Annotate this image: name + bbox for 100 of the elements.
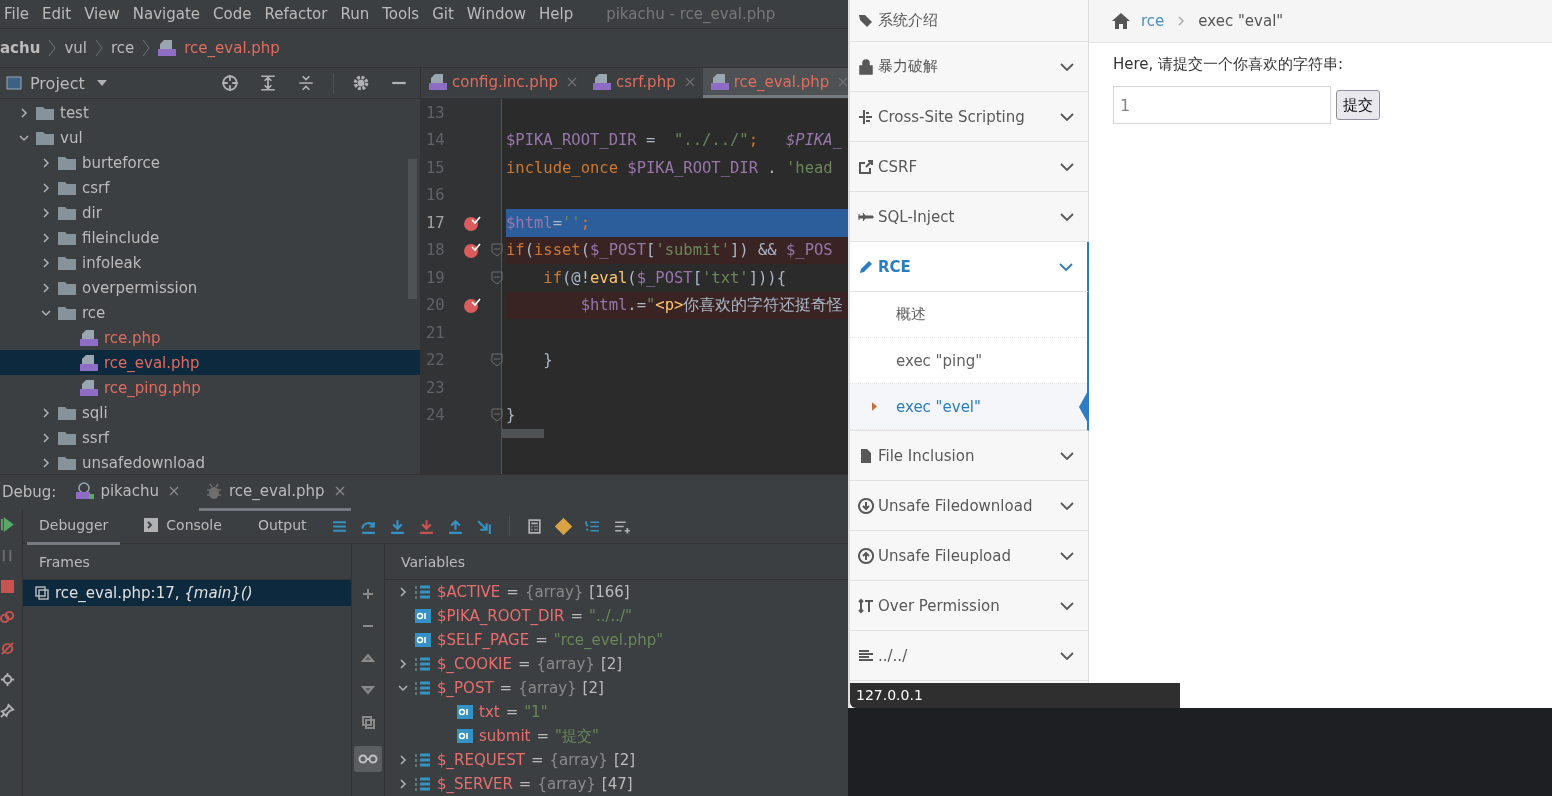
tree-item[interactable]: fileinclude — [0, 225, 420, 250]
variable-row[interactable]: $ACTIVE = {array} [166] — [385, 580, 848, 604]
menu-label[interactable]: 暴力破解 — [878, 57, 1056, 76]
tree-item[interactable]: vul — [0, 125, 420, 150]
tree-item[interactable]: sqli — [0, 400, 420, 425]
fold-marker-icon[interactable] — [491, 408, 503, 423]
mute-breakpoints-icon[interactable] — [0, 641, 15, 656]
settings-icon[interactable] — [352, 74, 370, 92]
variable-row[interactable]: $_SERVER = {array} [47] — [385, 772, 848, 796]
chevron-right-icon[interactable] — [397, 754, 409, 766]
chevron-right-icon[interactable] — [40, 456, 52, 469]
tree-item[interactable]: rce — [0, 300, 420, 325]
breadcrumb-item[interactable]: rce — [110, 38, 135, 57]
menu-item[interactable]: Refactor — [264, 4, 328, 23]
menu-item[interactable]: View — [84, 4, 120, 23]
menu-item[interactable]: Navigate — [132, 4, 201, 23]
menu-label[interactable]: ../../ — [878, 646, 1056, 665]
sidebar-item[interactable]: ../../ — [850, 631, 1088, 681]
copy-icon[interactable] — [360, 714, 376, 730]
variable-row[interactable]: $PIKA_ROOT_DIR = "../../" — [385, 604, 848, 628]
fold-marker-icon[interactable] — [491, 270, 503, 285]
force-step-into-icon[interactable] — [417, 517, 435, 535]
glasses-button[interactable] — [354, 746, 382, 772]
menu-item[interactable]: Git — [432, 4, 454, 23]
editor-tab[interactable]: config.inc.php — [421, 68, 585, 98]
close-icon[interactable] — [168, 485, 179, 496]
step-into-icon[interactable] — [388, 517, 406, 535]
menu-item[interactable]: Window — [466, 4, 526, 23]
fold-marker-icon[interactable] — [491, 243, 503, 258]
tree-item[interactable]: ssrf — [0, 425, 420, 450]
pin-icon[interactable] — [0, 703, 15, 718]
breakpoint-icon[interactable] — [463, 296, 481, 315]
variable-row[interactable]: $_COOKIE = {array} [2] — [385, 652, 848, 676]
dropdown-icon[interactable] — [96, 80, 107, 86]
fold-marker-icon[interactable] — [491, 353, 503, 368]
chevron-right-icon[interactable] — [40, 206, 52, 219]
menu-item[interactable]: Tools — [382, 4, 420, 23]
debug-tab[interactable]: Debugger — [27, 507, 121, 545]
menu-item[interactable]: File — [4, 4, 30, 23]
sidebar-item[interactable]: Over Permission — [850, 581, 1088, 631]
sidebar-item[interactable]: 系统介绍 — [850, 0, 1088, 42]
expand-all-icon[interactable] — [259, 74, 277, 92]
panel-title[interactable]: Project — [30, 73, 85, 93]
menu-label[interactable]: Unsafe Filedownload — [878, 496, 1056, 515]
chevron-down-icon[interactable] — [397, 682, 409, 694]
calculator-icon[interactable] — [525, 517, 543, 535]
tree-item[interactable]: csrf — [0, 175, 420, 200]
chevron-right-icon[interactable] — [40, 156, 52, 169]
breadcrumb-item[interactable]: vul — [64, 38, 87, 57]
menu-label[interactable]: SQL-Inject — [878, 207, 1056, 226]
tree-item[interactable]: burteforce — [0, 150, 420, 175]
menu-label[interactable]: 系统介绍 — [878, 11, 1074, 30]
diamond-icon[interactable] — [554, 517, 572, 535]
sidebar-item[interactable]: 暴力破解 — [850, 42, 1088, 92]
menu-item[interactable]: Code — [213, 4, 252, 23]
chevron-right-icon[interactable] — [40, 431, 52, 444]
sidebar-item[interactable]: CSRF — [850, 142, 1088, 192]
submenu-item[interactable]: exec "evel" — [850, 384, 1087, 430]
variable-row[interactable]: $_POST = {array} [2] — [385, 676, 848, 700]
stop-icon[interactable] — [0, 579, 15, 594]
menu-label[interactable]: CSRF — [878, 157, 1056, 176]
chevron-right-icon[interactable] — [40, 231, 52, 244]
menu-item[interactable]: Edit — [42, 4, 72, 23]
add-icon[interactable] — [360, 586, 376, 602]
breakpoint-icon[interactable] — [463, 241, 481, 260]
chevron-right-icon[interactable] — [40, 406, 52, 419]
scrollbar[interactable] — [501, 429, 544, 438]
tree-item[interactable]: test — [0, 100, 420, 125]
editor-tab[interactable]: csrf.php — [584, 68, 703, 98]
menu-item[interactable]: Help — [538, 4, 574, 23]
close-icon[interactable] — [334, 485, 345, 496]
debug-session-tab[interactable]: rce_eval.php — [198, 473, 351, 511]
breadcrumb-item[interactable]: rce_eval.php — [184, 38, 280, 57]
breadcrumb-item[interactable]: achu — [0, 38, 41, 57]
tree-item[interactable]: rce_ping.php — [0, 375, 420, 400]
tree-item[interactable]: rce_eval.php — [0, 350, 420, 375]
tree-item[interactable]: dir — [0, 200, 420, 225]
chevron-right-icon[interactable] — [40, 281, 52, 294]
submit-button[interactable]: 提交 — [1336, 90, 1380, 120]
menu-label[interactable]: Over Permission — [878, 596, 1056, 615]
menu-label[interactable]: RCE — [878, 257, 1055, 276]
chevron-right-icon[interactable] — [40, 181, 52, 194]
sidebar-item[interactable]: File Inclusion — [850, 431, 1088, 481]
tree-item[interactable]: unsafedownload — [0, 450, 420, 474]
step-out-icon[interactable] — [446, 517, 464, 535]
collapse-all-icon[interactable] — [297, 74, 315, 92]
settings-icon[interactable] — [0, 672, 15, 687]
menu-label[interactable]: Cross-Site Scripting — [878, 107, 1056, 126]
chevron-right-icon[interactable] — [18, 106, 30, 119]
chevron-right-icon[interactable] — [40, 256, 52, 269]
sidebar-item[interactable]: Unsafe Filedownload — [850, 481, 1088, 531]
sidebar-item[interactable]: Cross-Site Scripting — [850, 92, 1088, 142]
sidebar-item[interactable]: Unsafe Fileupload — [850, 531, 1088, 581]
locate-icon[interactable] — [221, 74, 239, 92]
menu-label[interactable]: File Inclusion — [878, 446, 1056, 465]
chevron-right-icon[interactable] — [397, 658, 409, 670]
variable-row[interactable]: $_REQUEST = {array} [2] — [385, 748, 848, 772]
tree-item[interactable]: overpermission — [0, 275, 420, 300]
menu-label[interactable]: Unsafe Fileupload — [878, 546, 1056, 565]
resume-icon[interactable] — [0, 517, 15, 532]
